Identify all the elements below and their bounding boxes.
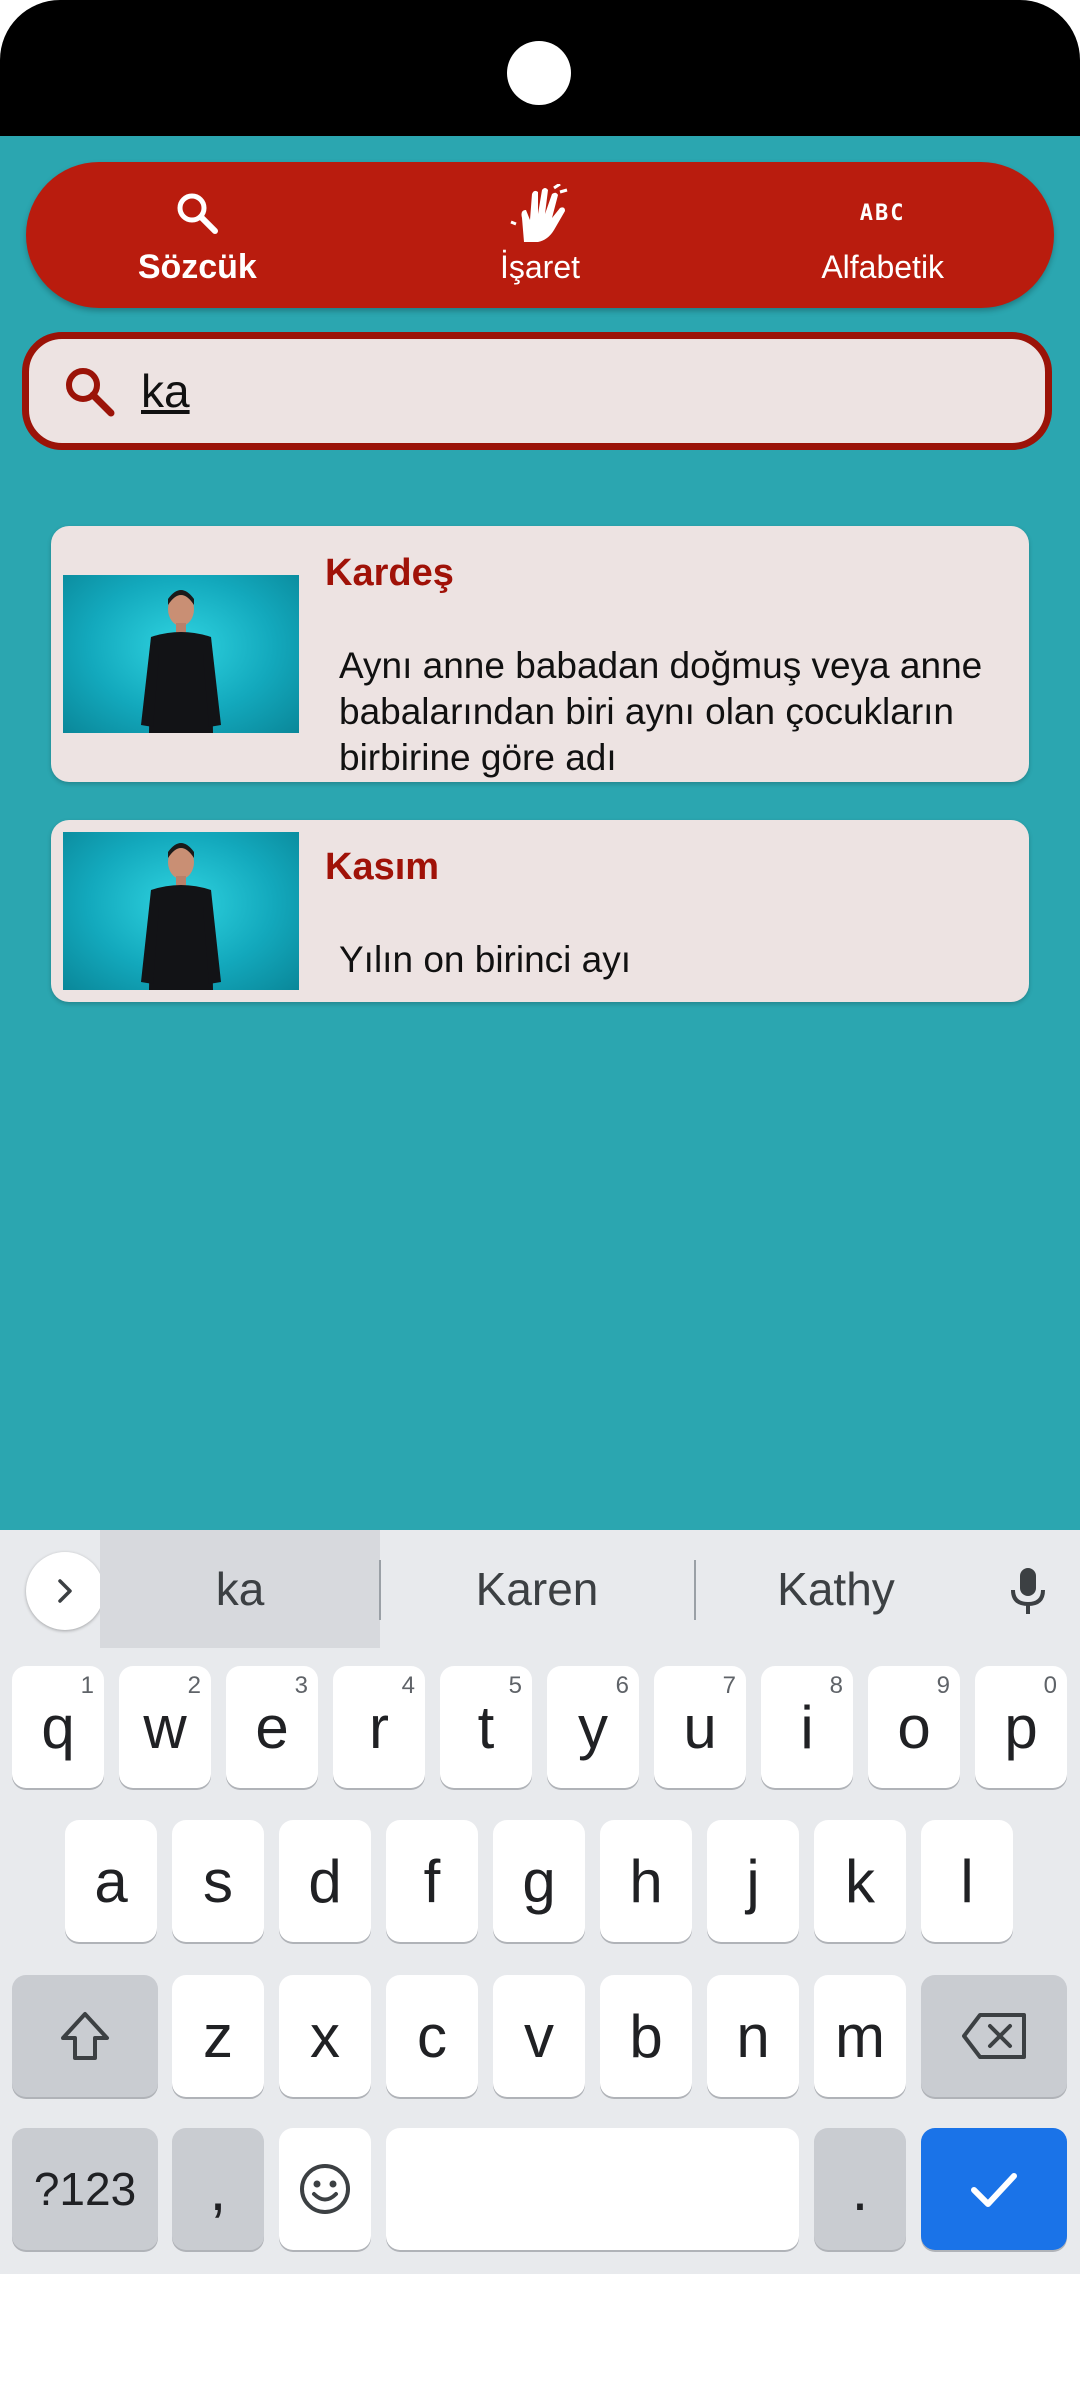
result-title: Kardeş [325,552,454,594]
key-label: t [477,1693,495,1761]
expand-toolbar-button[interactable] [26,1552,104,1630]
tab-label: İşaret [499,248,581,285]
shift-key[interactable] [12,1975,158,2097]
tab-sozcuk[interactable]: Sözcük [26,162,369,308]
tab-isaret[interactable]: İşaret [369,162,712,308]
enter-key[interactable] [921,2128,1067,2250]
key-a[interactable]: a [65,1820,157,1942]
key-number-hint: 4 [401,1672,415,1699]
key-d[interactable]: d [279,1820,371,1942]
key-label: e [255,1693,289,1761]
key-o[interactable]: o9 [868,1666,960,1788]
result-description: Yılın on birinci ayı [339,939,632,980]
result-description: Aynı anne babadan doğmuş veya anne babal… [339,645,983,778]
backspace-icon [962,2013,1026,2059]
key-number-hint: 6 [615,1672,629,1699]
key-number-hint: 0 [1043,1672,1057,1699]
result-item[interactable]: Kasım Yılın on birinci ayı [51,820,1029,1002]
result-item[interactable]: Kardeş Aynı anne babadan doğmuş veya ann… [51,526,1029,782]
key-number-hint: 9 [936,1672,950,1699]
camera-cutout [507,41,571,105]
key-w[interactable]: w2 [119,1666,211,1788]
key-v[interactable]: v [493,1975,585,2097]
top-navigation: Sözcük İşaret ABC Alfabetik [26,162,1054,308]
key-p[interactable]: p0 [975,1666,1067,1788]
key-n[interactable]: n [707,1975,799,2097]
search-icon [66,368,115,417]
signer-figure [141,590,221,733]
chevron-right-icon [58,1579,72,1603]
key-label: i [800,1693,814,1761]
key-number-hint: 3 [294,1672,308,1699]
search-input[interactable] [139,363,993,419]
video-thumbnail[interactable] [63,832,299,990]
tab-label: Alfabetik [821,248,945,285]
suggestion-divider [379,1560,381,1620]
key-number-hint: 7 [722,1672,736,1699]
key-s[interactable]: s [172,1820,264,1942]
key-f[interactable]: f [386,1820,478,1942]
search-bar[interactable] [22,332,1052,450]
key-b[interactable]: b [600,1975,692,2097]
abc-icon: ABC [860,185,906,243]
key-number-hint: 2 [187,1672,201,1699]
navigation-bar-area [0,2274,1080,2400]
key-q[interactable]: q1 [12,1666,104,1788]
key-label: w [143,1693,187,1761]
key-m[interactable]: m [814,1975,906,2097]
key-number-hint: 8 [829,1672,843,1699]
space-key[interactable] [386,2128,799,2250]
key-k[interactable]: k [814,1820,906,1942]
tab-alfabetik[interactable]: ABC Alfabetik [711,162,1054,308]
period-key[interactable]: . [814,2128,906,2250]
key-label: u [683,1693,717,1761]
hand-sign-icon [510,183,570,243]
result-title: Kasım [325,846,440,888]
key-number-hint: 1 [80,1672,94,1699]
suggestion-item[interactable]: ka [100,1530,380,1648]
video-thumbnail[interactable] [63,575,299,733]
checkmark-icon [971,2173,1017,2207]
comma-key[interactable]: , [172,2128,264,2250]
key-label: p [1004,1693,1038,1761]
app-content: Sözcük İşaret ABC Alfabetik ka Kardeş Ay… [0,136,1080,1530]
key-number-hint: 5 [508,1672,522,1699]
key-r[interactable]: r4 [333,1666,425,1788]
suggestion-item[interactable]: Kathy [696,1530,976,1648]
key-j[interactable]: j [707,1820,799,1942]
key-h[interactable]: h [600,1820,692,1942]
key-i[interactable]: i8 [761,1666,853,1788]
search-icon [173,184,221,242]
backspace-key[interactable] [921,1975,1067,2097]
abc-icon-text: ABC [859,201,906,226]
signer-figure [141,843,221,990]
key-y[interactable]: y6 [547,1666,639,1788]
key-e[interactable]: e3 [226,1666,318,1788]
key-x[interactable]: x [279,1975,371,2097]
suggestion-item[interactable]: Karen [382,1530,692,1648]
key-l[interactable]: l [921,1820,1013,1942]
tab-label: Sözcük [137,247,257,286]
key-t[interactable]: t5 [440,1666,532,1788]
suggestion-bar: ka Karen Kathy [0,1530,1080,1648]
key-c[interactable]: c [386,1975,478,2097]
shift-icon [61,2012,109,2060]
symbols-key[interactable]: ?123 [12,2128,158,2250]
key-u[interactable]: u7 [654,1666,746,1788]
key-g[interactable]: g [493,1820,585,1942]
key-z[interactable]: z [172,1975,264,2097]
emoji-key[interactable] [279,2128,371,2250]
status-bar [0,0,1080,136]
emoji-icon [300,2164,350,2214]
key-label: y [578,1693,608,1761]
key-label: o [897,1693,931,1761]
keyboard: ka Karen Kathy q1 w2 e3 r4 t5 y6 u7 i8 o… [0,1530,1080,2274]
microphone-icon[interactable] [1000,1562,1056,1618]
key-label: r [369,1693,389,1761]
key-label: q [41,1693,75,1761]
